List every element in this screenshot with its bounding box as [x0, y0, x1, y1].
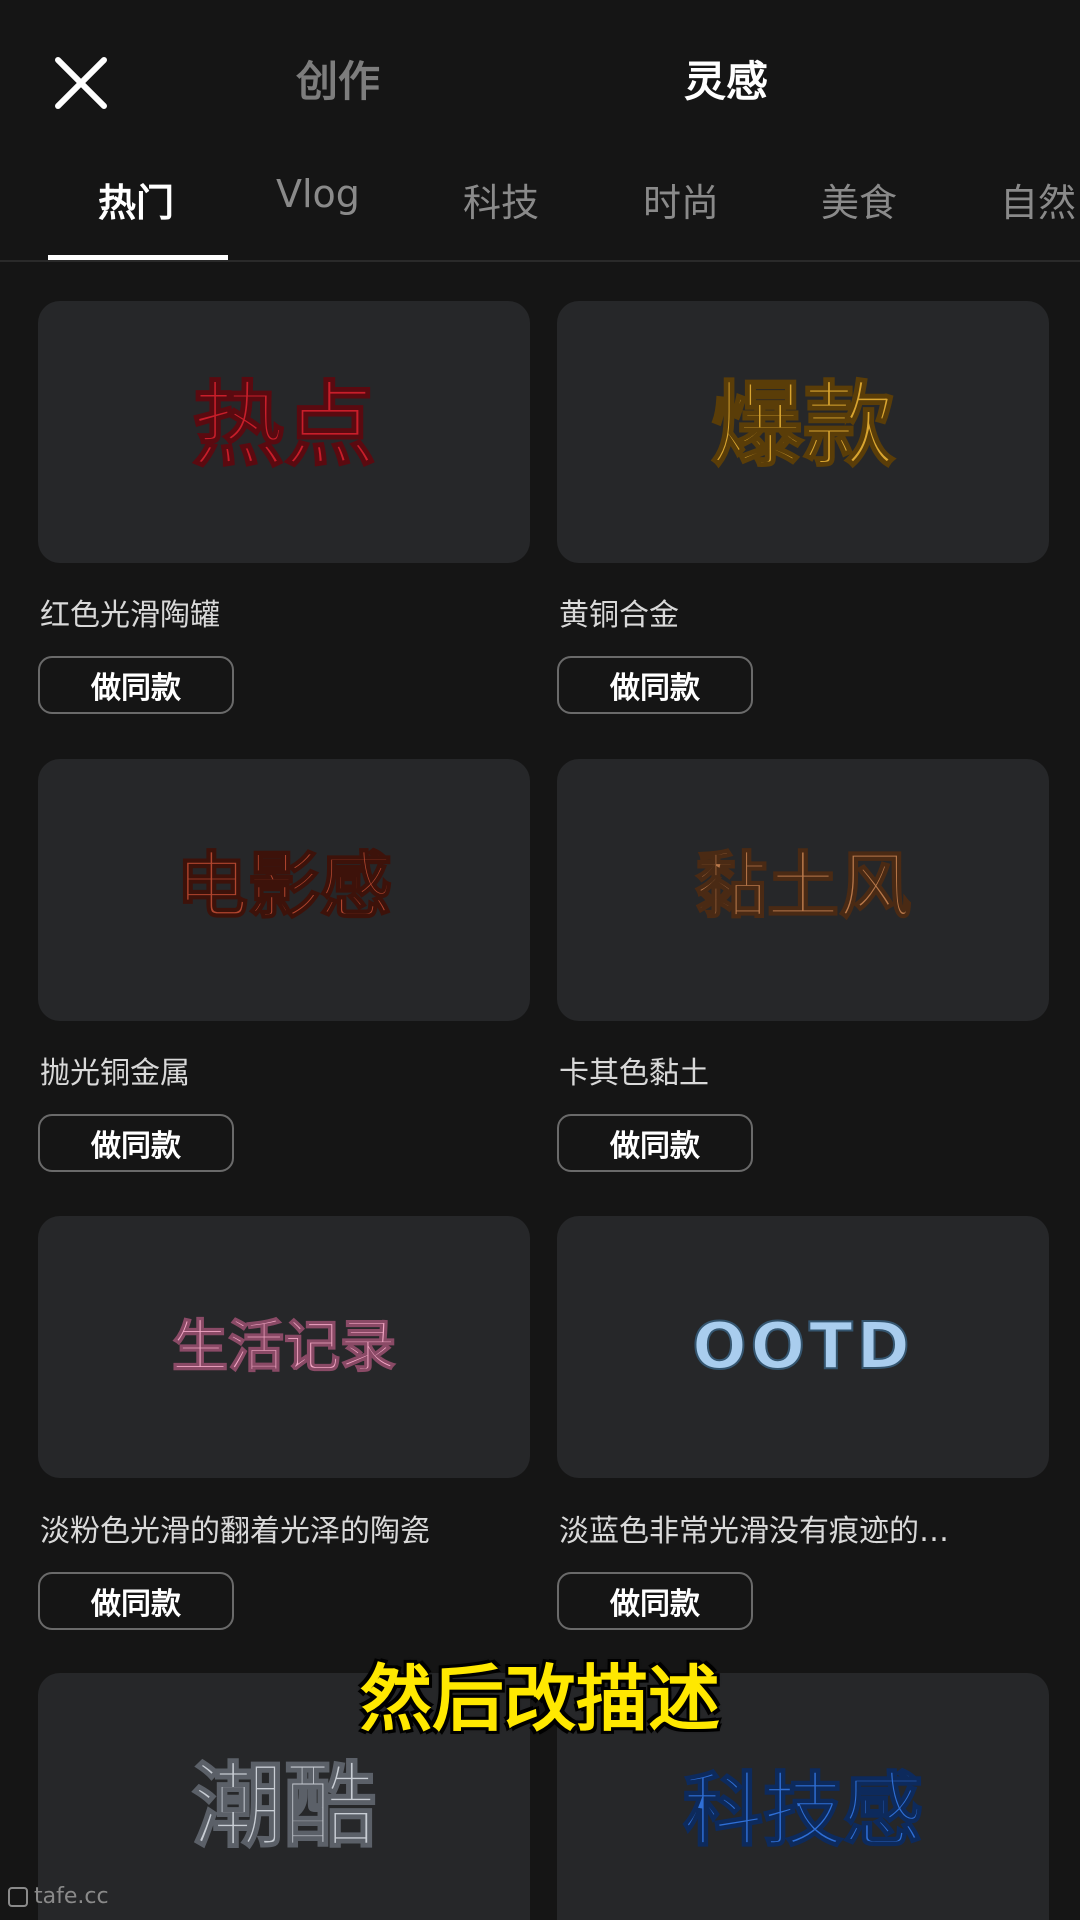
category-fashion[interactable]: 时尚	[643, 172, 719, 227]
use-template-button[interactable]: 做同款	[38, 656, 234, 714]
template-card-5[interactable]: 生活记录	[38, 1216, 530, 1478]
category-food[interactable]: 美食	[821, 172, 897, 227]
template-card-6[interactable]: OOTD	[557, 1216, 1049, 1478]
close-icon	[55, 57, 107, 109]
template-card-1[interactable]: 热点	[38, 301, 530, 563]
template-card-2[interactable]: 爆款	[557, 301, 1049, 563]
template-label: 淡蓝色非常光滑没有痕迹的…	[559, 1514, 949, 1549]
category-hot[interactable]: 热门	[98, 172, 174, 227]
category-nature[interactable]: 自然	[1000, 172, 1076, 227]
art-text: 科技感	[683, 1764, 923, 1857]
template-card-4[interactable]: 黏土风	[557, 759, 1049, 1021]
art-text: 潮酷	[192, 1753, 376, 1860]
category-tech[interactable]: 科技	[463, 172, 539, 227]
top-bar: 创作 灵感	[0, 0, 1080, 160]
art-text: 电影感	[176, 844, 392, 928]
art-text: 热点	[192, 372, 376, 479]
template-label: 红色光滑陶罐	[40, 598, 220, 633]
video-caption: 然后改描述	[359, 1657, 720, 1741]
close-button[interactable]	[50, 52, 112, 114]
use-template-button[interactable]: 做同款	[557, 1114, 753, 1172]
category-tabs: 热门 Vlog 科技 时尚 美食 自然	[0, 160, 1080, 262]
art-text: OOTD	[692, 1310, 914, 1384]
active-tab-indicator	[48, 255, 228, 260]
art-text: 生活记录	[172, 1315, 396, 1380]
template-card-3[interactable]: 电影感	[38, 759, 530, 1021]
tab-inspiration[interactable]: 灵感	[684, 48, 768, 109]
template-label: 淡粉色光滑的翻着光泽的陶瓷	[40, 1514, 430, 1549]
use-template-button[interactable]: 做同款	[557, 656, 753, 714]
template-label: 抛光铜金属	[40, 1056, 190, 1091]
template-label: 黄铜合金	[559, 598, 679, 633]
template-label: 卡其色黏土	[559, 1056, 709, 1091]
category-vlog[interactable]: Vlog	[276, 172, 360, 216]
use-template-button[interactable]: 做同款	[557, 1572, 753, 1630]
watermark-logo-icon	[8, 1886, 28, 1907]
tab-create[interactable]: 创作	[296, 48, 380, 109]
watermark: tafe.cc	[8, 1884, 109, 1909]
art-text: 黏土风	[695, 844, 911, 928]
use-template-button[interactable]: 做同款	[38, 1572, 234, 1630]
art-text: 爆款	[711, 372, 895, 479]
watermark-text: tafe.cc	[34, 1884, 109, 1909]
use-template-button[interactable]: 做同款	[38, 1114, 234, 1172]
